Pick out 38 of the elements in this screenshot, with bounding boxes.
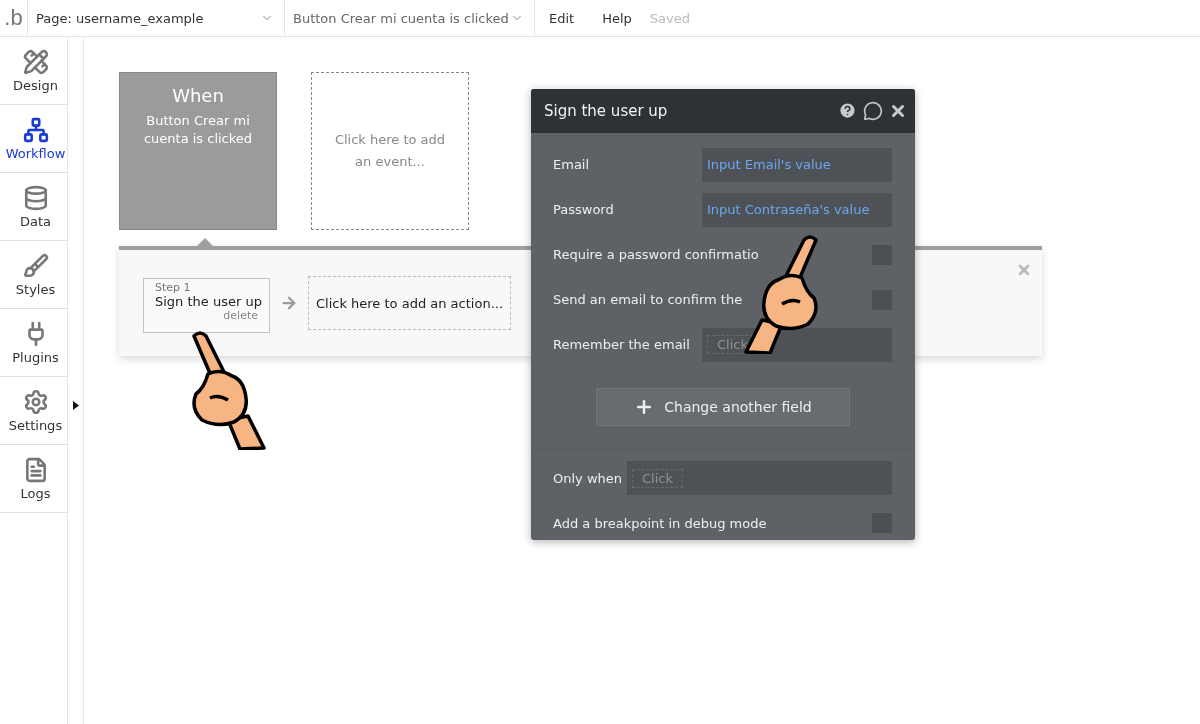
org-chart-icon (22, 116, 49, 143)
pencil-ruler-icon (22, 48, 49, 75)
field-label: Email (553, 157, 590, 173)
field-label: Password (553, 202, 614, 218)
change-field-button[interactable]: Change another field (596, 387, 850, 426)
sidebar-tab[interactable]: Settings (0, 377, 67, 445)
event-description: Button Crear mi cuenta is clicked (142, 112, 254, 148)
step-number: Step 1 (155, 280, 192, 294)
field-label: Require a password confirmatio (553, 247, 759, 263)
sidebar-tab[interactable]: Design (0, 37, 67, 105)
dialog-title: Sign the user up (544, 101, 669, 120)
sidebar-tab[interactable]: Data (0, 173, 67, 241)
step-card[interactable]: Step 1 Sign the user up delete (143, 277, 270, 333)
menu-item[interactable]: Help (588, 10, 646, 26)
comment-icon[interactable] (863, 100, 883, 121)
field-label: Add a breakpoint in debug mode (553, 515, 767, 531)
settings-icon (22, 388, 49, 415)
brush-icon (22, 252, 49, 279)
field-label: Remember the email (553, 337, 690, 353)
page-selector[interactable]: Page: username_example (28, 0, 285, 36)
sidebar-tab[interactable]: Plugins (0, 309, 67, 377)
field-label: Send an email to confirm the (553, 292, 743, 308)
event-selector[interactable]: Button Crear mi cuenta is clicked (285, 0, 535, 36)
add-action-card[interactable]: Click here to add an action... (308, 276, 511, 330)
expand-arrow-icon[interactable] (72, 401, 79, 410)
app-logo[interactable]: .b (0, 0, 28, 36)
database-icon (22, 184, 49, 211)
save-status: Saved (648, 10, 690, 26)
help-icon[interactable] (838, 101, 857, 121)
sidebar-tab[interactable]: Workflow (0, 105, 67, 173)
menu-item[interactable]: Edit (535, 10, 589, 26)
event-title: When (172, 85, 224, 106)
sidebar-tab[interactable]: Logs (0, 445, 67, 513)
add-event-card[interactable]: Click here to add an event... (311, 72, 469, 230)
delete-link[interactable]: delete (223, 308, 258, 322)
arrow-right-icon (280, 294, 298, 312)
sidebar-tab[interactable]: Styles (0, 241, 67, 309)
field-label: Only when (553, 470, 623, 486)
